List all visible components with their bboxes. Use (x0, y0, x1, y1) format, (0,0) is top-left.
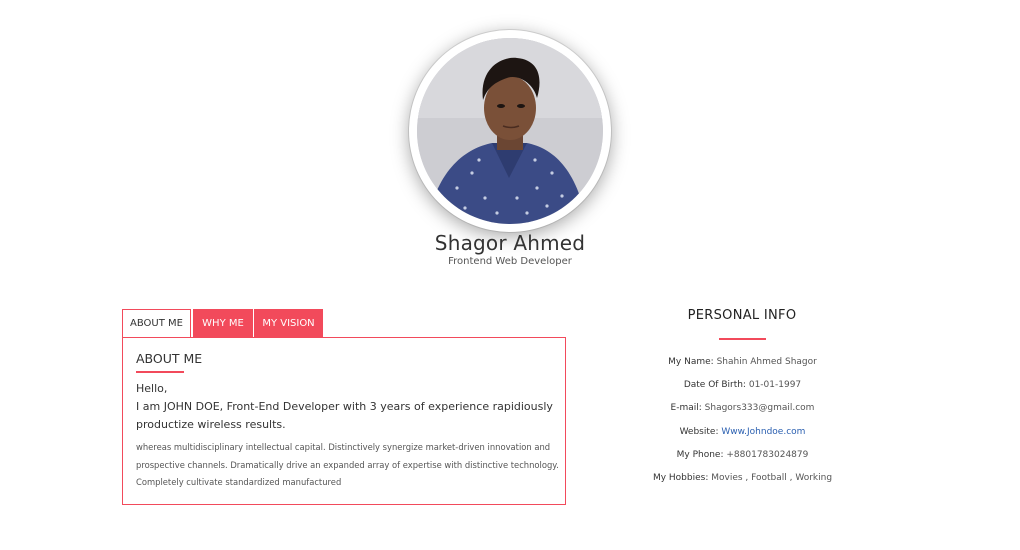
info-row-website: Website: Www.Johndoe.com (600, 422, 885, 445)
info-label: My Hobbies: (652, 472, 709, 483)
info-row-name: My Name: Shahin Ahmed Shagor (600, 352, 885, 375)
profile-avatar-frame (409, 30, 611, 232)
about-greeting: Hello, I am JOHN DOE, Front-End Develope… (136, 380, 556, 434)
info-row-dob: Date Of Birth: 01-01-1997 (600, 375, 885, 398)
info-label: Website: (679, 426, 719, 437)
info-value: 01-01-1997 (748, 380, 802, 391)
info-label: My Phone: (676, 449, 724, 460)
tab-my-vision[interactable]: MY VISION (254, 309, 323, 337)
info-row-phone: My Phone: +8801783024879 (600, 445, 885, 468)
greeting-line-1: Hello, (136, 382, 168, 395)
about-description: whereas multidisciplinary intellectual c… (136, 442, 559, 487)
profile-role: Frontend Web Developer (448, 256, 572, 267)
info-label: My Name: (668, 357, 714, 367)
info-value: Shagors333@gmail.com (704, 403, 815, 414)
info-row-email: E-mail: Shagors333@gmail.com (600, 398, 885, 421)
info-row-hobbies: My Hobbies: Movies , Football , Working (600, 468, 885, 491)
info-label: Date Of Birth: (683, 380, 746, 391)
profile-avatar (417, 38, 603, 224)
profile-name: Shagor Ahmed (434, 231, 586, 255)
about-panel: ABOUT ME Hello, I am JOHN DOE, Front-End… (122, 337, 566, 505)
info-value: Movies , Football , Working (711, 472, 833, 483)
info-label: E-mail: (670, 403, 702, 414)
tab-about-me[interactable]: ABOUT ME (122, 309, 191, 339)
info-value: +8801783024879 (726, 449, 809, 460)
about-title-underline (136, 371, 184, 373)
personal-info-title: PERSONAL INFO (687, 308, 797, 323)
info-value: Shahin Ahmed Shagor (716, 357, 817, 367)
personal-info-list: My Name: Shahin Ahmed Shagor Date Of Bir… (600, 352, 885, 491)
tab-why-me[interactable]: WHY ME (193, 309, 253, 337)
website-link[interactable]: Www.Johndoe.com (721, 427, 805, 437)
personal-info-underline (719, 338, 766, 340)
profile-photo (417, 38, 603, 224)
about-title: ABOUT ME (136, 351, 203, 366)
greeting-line-2: I am JOHN DOE, Front-End Developer with … (136, 400, 553, 431)
